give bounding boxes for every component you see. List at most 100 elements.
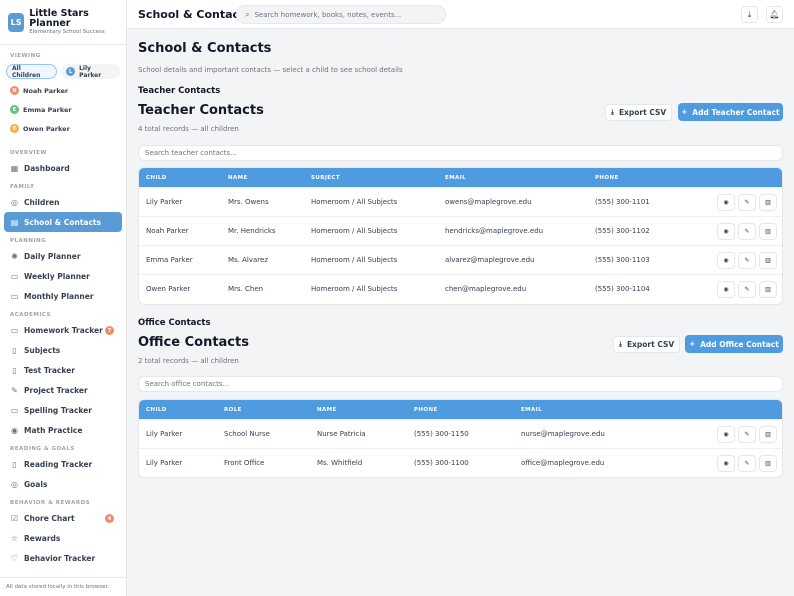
edit-button[interactable]: ✎ [738, 280, 756, 298]
chip-all-children[interactable]: All Children [6, 64, 58, 79]
heart-icon: ♡ [10, 553, 19, 563]
edit-button[interactable]: ✎ [738, 222, 756, 240]
clipboard-icon: ▯ [12, 365, 17, 375]
pencil-icon: ✎ [744, 227, 750, 235]
search-placeholder: Search office contacts... [145, 380, 230, 388]
table-row[interactable]: Owen Parker Mrs. Chen Homeroom / All Sub… [139, 274, 782, 303]
nav-label: Test Tracker [24, 365, 75, 375]
column-header: CHILD [146, 174, 167, 181]
table-header: CHILD ROLE NAME PHONE EMAIL [139, 400, 782, 419]
eye-icon: ◉ [723, 430, 729, 438]
section-label-viewing: VIEWING [10, 53, 41, 59]
page-subtitle: School details and important contacts — … [138, 66, 403, 74]
view-button[interactable]: ◉ [717, 222, 735, 240]
edit-button[interactable]: ✎ [738, 425, 756, 443]
homework-count-badge: 7 [105, 326, 114, 335]
add-teacher-contact-button[interactable]: + Add Teacher Contact [678, 103, 783, 121]
chip-label: All Children [12, 64, 41, 79]
nav-test-tracker[interactable]: ▯ Test Tracker [4, 360, 122, 380]
column-header: CHILD [146, 406, 167, 413]
trash-icon: ▥ [765, 459, 771, 467]
nav-daily-planner[interactable]: ✺ Daily Planner [4, 246, 122, 266]
teacher-export-csv-button[interactable]: ⤓ Export CSV [605, 104, 672, 121]
cell-subject: Homeroom / All Subjects [311, 227, 398, 235]
notifications-button[interactable]: 🔔︎ [766, 6, 783, 23]
table-row[interactable]: Lily Parker Front Office Ms. Whitfield (… [139, 448, 782, 477]
eye-icon: ◉ [723, 459, 729, 467]
child-emma-parker[interactable]: E Emma Parker [0, 100, 126, 119]
nav-label: Goals [24, 479, 48, 489]
nav-project-tracker[interactable]: ✎ Project Tracker [4, 380, 122, 400]
table-row[interactable]: Emma Parker Ms. Alvarez Homeroom / All S… [139, 245, 782, 274]
table-row[interactable]: Lily Parker Mrs. Owens Homeroom / All Su… [139, 187, 782, 216]
delete-button[interactable]: ▥ [759, 425, 777, 443]
cell-name: Nurse Patricia [317, 430, 366, 438]
edit-button[interactable]: ✎ [738, 251, 756, 269]
nav-school-contacts[interactable]: ▤ School & Contacts [4, 212, 122, 232]
eye-icon: ◉ [723, 256, 729, 264]
search-icon: ⌕ [245, 9, 250, 19]
column-header: NAME [228, 174, 248, 181]
edit-button[interactable]: ✎ [738, 454, 756, 472]
section-label-behavior-rewards: BEHAVIOR & REWARDS [10, 500, 91, 506]
nav-children[interactable]: ◎ Children [4, 192, 122, 212]
grid-icon: ▦ [10, 163, 19, 173]
column-header: PHONE [414, 406, 438, 413]
edit-button[interactable]: ✎ [738, 193, 756, 211]
office-search-input[interactable]: Search office contacts... [138, 376, 783, 392]
download-icon: ⤓ [610, 108, 614, 116]
child-label: Noah Parker [23, 86, 69, 95]
nav-behavior-tracker[interactable]: ♡ Behavior Tracker [4, 548, 122, 568]
nav-math-practice[interactable]: ◉ Math Practice [4, 420, 122, 440]
cell-child: Lily Parker [146, 430, 183, 438]
office-contacts-table: CHILD ROLE NAME PHONE EMAIL Lily Parker … [138, 399, 783, 478]
nav-goals[interactable]: ◎ Goals [4, 474, 122, 494]
table-row[interactable]: Lily Parker School Nurse Nurse Patricia … [139, 419, 782, 448]
book-open-icon: ▯ [12, 345, 17, 355]
view-button[interactable]: ◉ [717, 425, 735, 443]
cell-name: Ms. Whitfield [317, 459, 363, 467]
view-button[interactable]: ◉ [717, 454, 735, 472]
chip-lily-parker[interactable]: L Lily Parker [61, 64, 120, 79]
nav-reading-tracker[interactable]: ▯ Reading Tracker [4, 454, 122, 474]
office-export-csv-button[interactable]: ⤓ Export CSV [613, 336, 680, 353]
delete-button[interactable]: ▥ [759, 280, 777, 298]
nav-rewards[interactable]: ☆ Rewards [4, 528, 122, 548]
star-icon: ☆ [10, 533, 19, 543]
pencil-icon: ✎ [744, 430, 750, 438]
view-button[interactable]: ◉ [717, 280, 735, 298]
cell-email: owens@maplegrove.edu [445, 198, 532, 206]
checklist-icon: ☑ [10, 513, 19, 523]
download-button[interactable]: ⤓ [741, 6, 758, 23]
delete-button[interactable]: ▥ [759, 222, 777, 240]
view-button[interactable]: ◉ [717, 193, 735, 211]
section-label-overview: OVERVIEW [10, 150, 47, 156]
nav-chore-chart[interactable]: ☑ Chore Chart 4 [4, 508, 122, 528]
nav-label: Math Practice [24, 425, 83, 435]
nav-label: Project Tracker [24, 385, 88, 395]
cell-role: School Nurse [224, 430, 270, 438]
nav-label: Homework Tracker [24, 325, 103, 335]
nav-spelling-tracker[interactable]: ▭ Spelling Tracker [4, 400, 122, 420]
table-row[interactable]: Noah Parker Mr. Hendricks Homeroom / All… [139, 216, 782, 245]
nav-dashboard[interactable]: ▦ Dashboard [4, 158, 122, 178]
sun-icon: ✺ [11, 251, 18, 261]
child-owen-parker[interactable]: O Owen Parker [0, 119, 126, 138]
view-button[interactable]: ◉ [717, 251, 735, 269]
delete-button[interactable]: ▥ [759, 454, 777, 472]
nav-label: Daily Planner [24, 251, 81, 261]
child-noah-parker[interactable]: N Noah Parker [0, 81, 126, 100]
delete-button[interactable]: ▥ [759, 193, 777, 211]
nav-monthly-planner[interactable]: ▭ Monthly Planner [4, 286, 122, 306]
teacher-search-input[interactable]: Search teacher contacts... [138, 145, 783, 161]
nav-homework-tracker[interactable]: ▭ Homework Tracker 7 [4, 320, 122, 340]
trash-icon: ▥ [765, 256, 771, 264]
cell-name: Ms. Alvarez [228, 256, 269, 264]
global-search-input[interactable]: ⌕ Search homework, books, notes, events.… [236, 5, 446, 24]
nav-subjects[interactable]: ▯ Subjects [4, 340, 122, 360]
delete-button[interactable]: ▥ [759, 251, 777, 269]
download-icon: ⤓ [747, 9, 752, 19]
nav-weekly-planner[interactable]: ▭ Weekly Planner [4, 266, 122, 286]
topbar-title: School & Contacts [138, 7, 251, 21]
add-office-contact-button[interactable]: + Add Office Contact [685, 335, 783, 353]
